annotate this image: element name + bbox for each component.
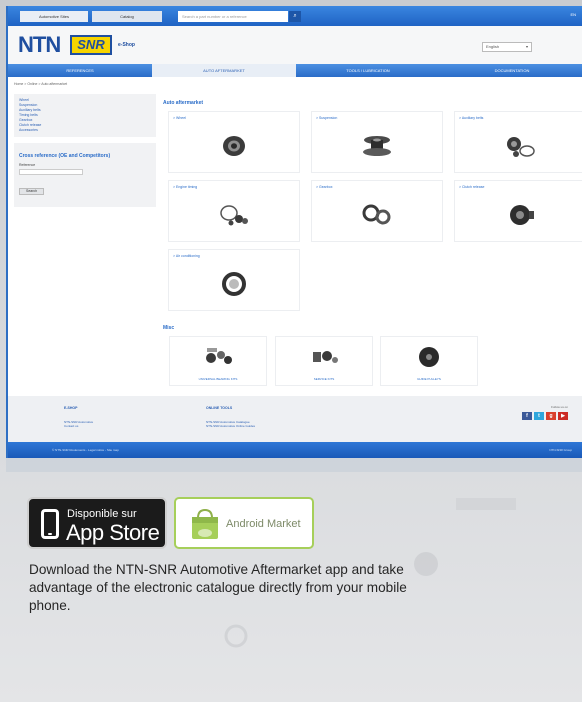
group-text: NTN-SNR Group [549, 448, 572, 452]
belt-pulley-icon [503, 133, 537, 159]
search-button[interactable]: ⌕ [289, 11, 301, 22]
android-market-badge[interactable]: Android Market [174, 497, 314, 549]
category-card-clutch-release[interactable]: > Clutch release [454, 180, 582, 242]
footer-heading: ONLINE TOOLS [206, 406, 233, 410]
guide-pulley-icon [412, 344, 446, 370]
sidebar-item-accessories[interactable]: Accessories [19, 128, 151, 133]
google-plus-icon[interactable]: g [546, 412, 556, 420]
twitter-icon[interactable]: t [534, 412, 544, 420]
misc-card-guide-pulleys[interactable]: GUIDE PULLEYS [380, 336, 478, 386]
facebook-icon[interactable]: f [522, 412, 532, 420]
reflection [6, 458, 582, 658]
card-label: > Engine timing [173, 185, 198, 189]
iphone-icon [41, 509, 59, 539]
reflection-shapes [6, 458, 582, 648]
ntn-logo[interactable]: NTN [18, 32, 61, 58]
footer-col-online-tools: ONLINE TOOLS NTN-SNR Automotive Catalogu… [206, 406, 255, 428]
category-card-engine-timing[interactable]: > Engine timing [168, 180, 300, 242]
app-store-badge[interactable]: Disponible sur App Store [27, 497, 167, 549]
follow-label: Follow us on [551, 405, 568, 409]
category-card-wheel[interactable]: > Wheel [168, 111, 300, 173]
misc-card-service-kits[interactable]: SERVICE KITS [275, 336, 373, 386]
footer-heading: E-SHOP [64, 406, 78, 410]
ac-bearing-icon [217, 271, 251, 297]
logo-row: NTN SNR e-Shop English ▾ [8, 26, 582, 64]
misc-title: Misc [163, 325, 175, 331]
top-bar: Automotive Sites Catalog Search a part n… [8, 6, 582, 26]
snr-logo[interactable]: SNR [70, 35, 112, 55]
misc-card-bearing-kits[interactable]: UNIVERSAL BEARING KITS [169, 336, 267, 386]
gearbox-bearing-icon [360, 202, 394, 228]
wheel-bearing-icon [217, 133, 251, 159]
copyright-text: © NTN-SNR Roulements - Legal notice - Si… [52, 448, 119, 452]
main-nav: REFERENCES AUTO AFTERMARKET TOOLS / LUBR… [8, 64, 582, 77]
bottom-bar: © NTN-SNR Roulements - Legal notice - Si… [8, 442, 582, 458]
site-footer: E-SHOP NTN-SNR Automotive Contact us ONL… [8, 396, 582, 442]
card-label: > Wheel [173, 116, 186, 120]
cross-reference-search-button[interactable]: Search [19, 188, 45, 195]
cross-reference-box: Cross reference (OE and Competitors) Ref… [14, 143, 156, 207]
timing-kit-icon [217, 202, 251, 228]
suspension-mount-icon [360, 133, 394, 159]
misc-card-label: UNIVERSAL BEARING KITS [198, 377, 238, 381]
nav-item-documentation[interactable]: DOCUMENTATION [440, 64, 582, 77]
bearing-kits-icon [201, 344, 235, 370]
footer-col-eshop: E-SHOP NTN-SNR Automotive Contact us [64, 406, 93, 428]
footer-link[interactable]: NTN-SNR Automotive Online Guides [206, 424, 255, 428]
social-links: f t g ▶ [522, 412, 568, 420]
tab-catalog[interactable]: Catalog [92, 11, 162, 22]
card-label: > Suspension [316, 116, 338, 120]
category-card-auxiliary-belts[interactable]: > Auxiliary belts [454, 111, 582, 173]
cross-reference-label: Reference [19, 163, 36, 167]
nav-item-tools[interactable]: TOOLS / LUBRICATION [296, 64, 440, 77]
language-select-value: English [486, 44, 500, 49]
app-store-big-text: App Store [66, 520, 160, 545]
eshop-label: e-Shop [118, 42, 135, 48]
category-links: Wheel Suspension Auxiliary belts Timing … [14, 94, 156, 137]
service-kits-icon [307, 344, 341, 370]
cross-reference-title: Cross reference (OE and Competitors) [19, 153, 111, 159]
search-icon: ⌕ [293, 13, 297, 19]
sidebar: Wheel Suspension Auxiliary belts Timing … [14, 94, 156, 213]
tab-automotive-sites[interactable]: Automotive Sites [20, 11, 88, 22]
card-label: > Clutch release [459, 185, 485, 189]
app-store-small-text: Disponible sur [67, 508, 137, 520]
language-select[interactable]: English ▾ [482, 42, 532, 52]
android-market-text: Android Market [226, 518, 301, 530]
nav-item-references[interactable]: REFERENCES [8, 64, 152, 77]
misc-card-label: GUIDE PULLEYS [417, 377, 441, 381]
card-label: > Air conditioning [173, 254, 200, 258]
chevron-down-icon: ▾ [525, 44, 528, 49]
card-label: > Auxiliary belts [459, 116, 484, 120]
language-link[interactable]: EN [570, 12, 576, 17]
website-screenshot: Automotive Sites Catalog Search a part n… [6, 6, 582, 458]
card-label: > Gearbox [316, 185, 333, 189]
search-input[interactable]: Search a part number or a reference [178, 11, 288, 22]
misc-card-label: SERVICE KITS [313, 377, 335, 381]
promo-description: Download the NTN-SNR Automotive Aftermar… [29, 562, 407, 613]
category-card-air-conditioning[interactable]: > Air conditioning [168, 249, 300, 311]
category-card-suspension[interactable]: > Suspension [311, 111, 443, 173]
content-title: Auto aftermarket [163, 100, 204, 106]
android-bag-icon [192, 508, 218, 539]
cross-reference-input[interactable] [19, 169, 83, 175]
category-card-gearbox[interactable]: > Gearbox [311, 180, 443, 242]
footer-link[interactable]: Contact us [64, 424, 93, 428]
nav-item-auto-aftermarket[interactable]: AUTO AFTERMARKET [152, 64, 296, 77]
breadcrumb: Home > Online > Auto aftermarket [14, 82, 68, 86]
youtube-icon[interactable]: ▶ [558, 412, 568, 420]
clutch-bearing-icon [503, 202, 537, 228]
